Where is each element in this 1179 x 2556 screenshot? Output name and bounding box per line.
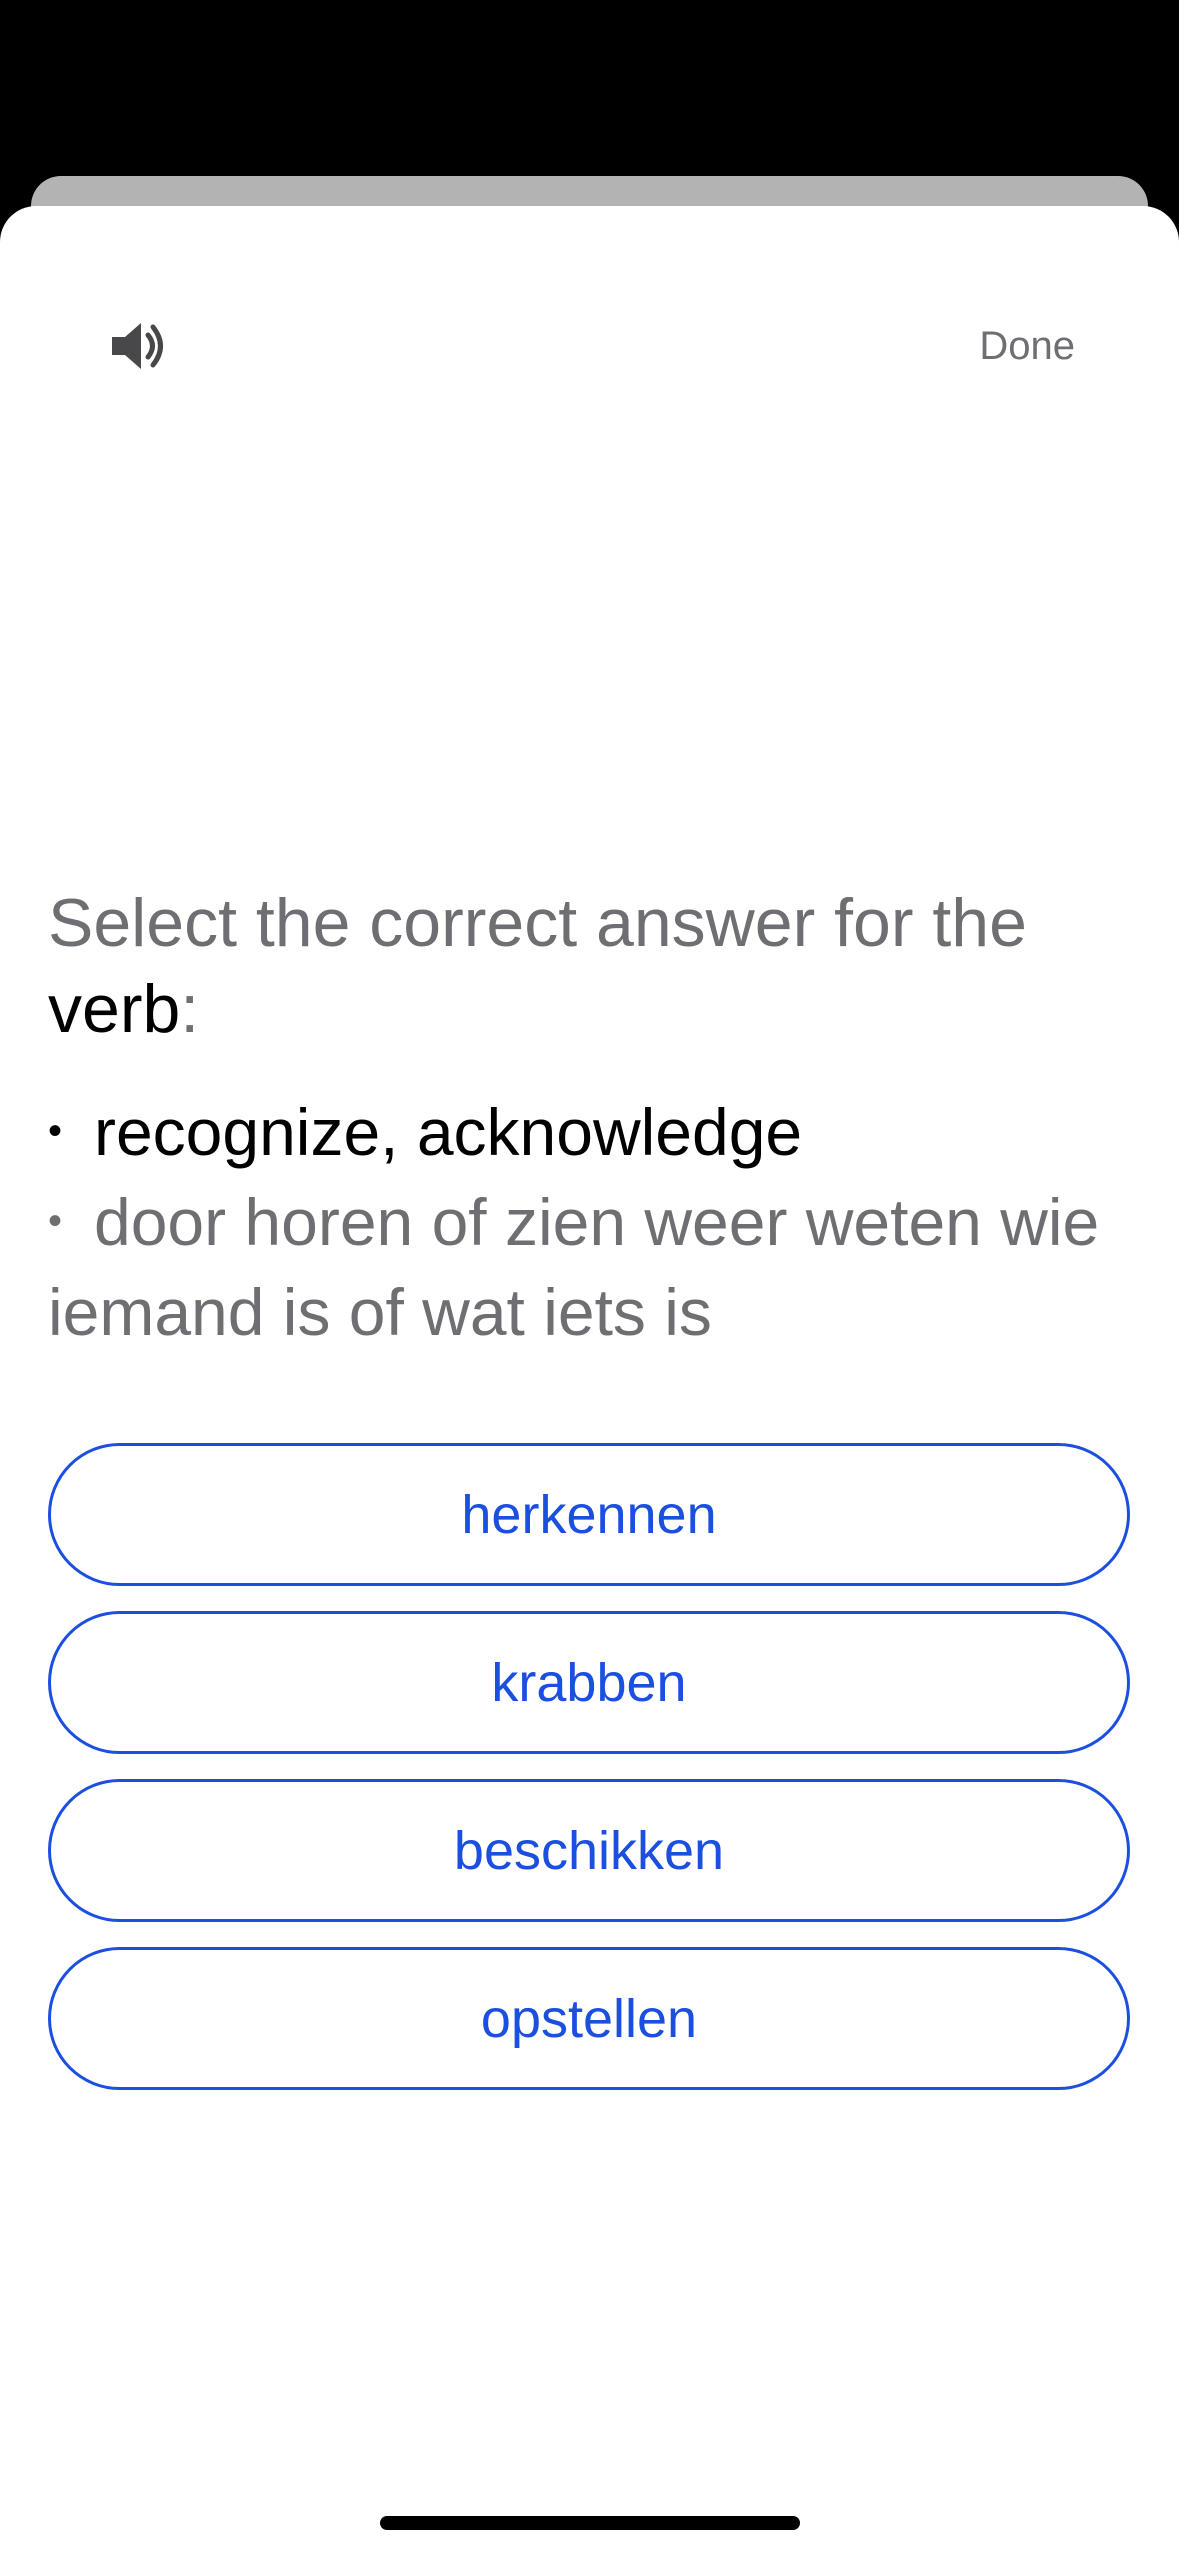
play-audio-button[interactable] — [100, 308, 176, 384]
answer-button-krabben[interactable]: krabben — [48, 1611, 1130, 1754]
part-of-speech: verb — [48, 971, 181, 1047]
answer-options: herkennen krabben beschikken opstellen — [48, 1443, 1130, 2115]
bullet-icon: • — [48, 1109, 63, 1154]
question-prompt: Select the correct answer for the verb: — [48, 880, 1138, 1052]
screen: Done Select the correct answer for the v… — [0, 0, 1179, 2556]
done-button[interactable]: Done — [979, 318, 1075, 374]
answer-button-opstellen[interactable]: opstellen — [48, 1947, 1130, 2090]
definition-list: • recognize, acknowledge • door horen of z… — [48, 1090, 1138, 1355]
answer-button-beschikken[interactable]: beschikken — [48, 1779, 1130, 1922]
speaker-volume-icon — [106, 314, 170, 378]
definition-dutch-text: door horen of zien weer weten wie iemand… — [48, 1185, 1100, 1350]
prompt-text: Select the correct answer for the — [48, 885, 1027, 961]
home-indicator[interactable] — [380, 2516, 800, 2530]
bullet-icon: • — [48, 1199, 63, 1244]
definition-english: • recognize, acknowledge — [48, 1090, 1138, 1180]
prompt-suffix: : — [180, 971, 200, 1047]
definition-dutch: • door horen of zien weer weten wie ieman… — [48, 1180, 1138, 1355]
quiz-sheet — [0, 206, 1179, 2556]
definition-english-text: recognize, acknowledge — [94, 1095, 803, 1169]
answer-button-herkennen[interactable]: herkennen — [48, 1443, 1130, 1586]
